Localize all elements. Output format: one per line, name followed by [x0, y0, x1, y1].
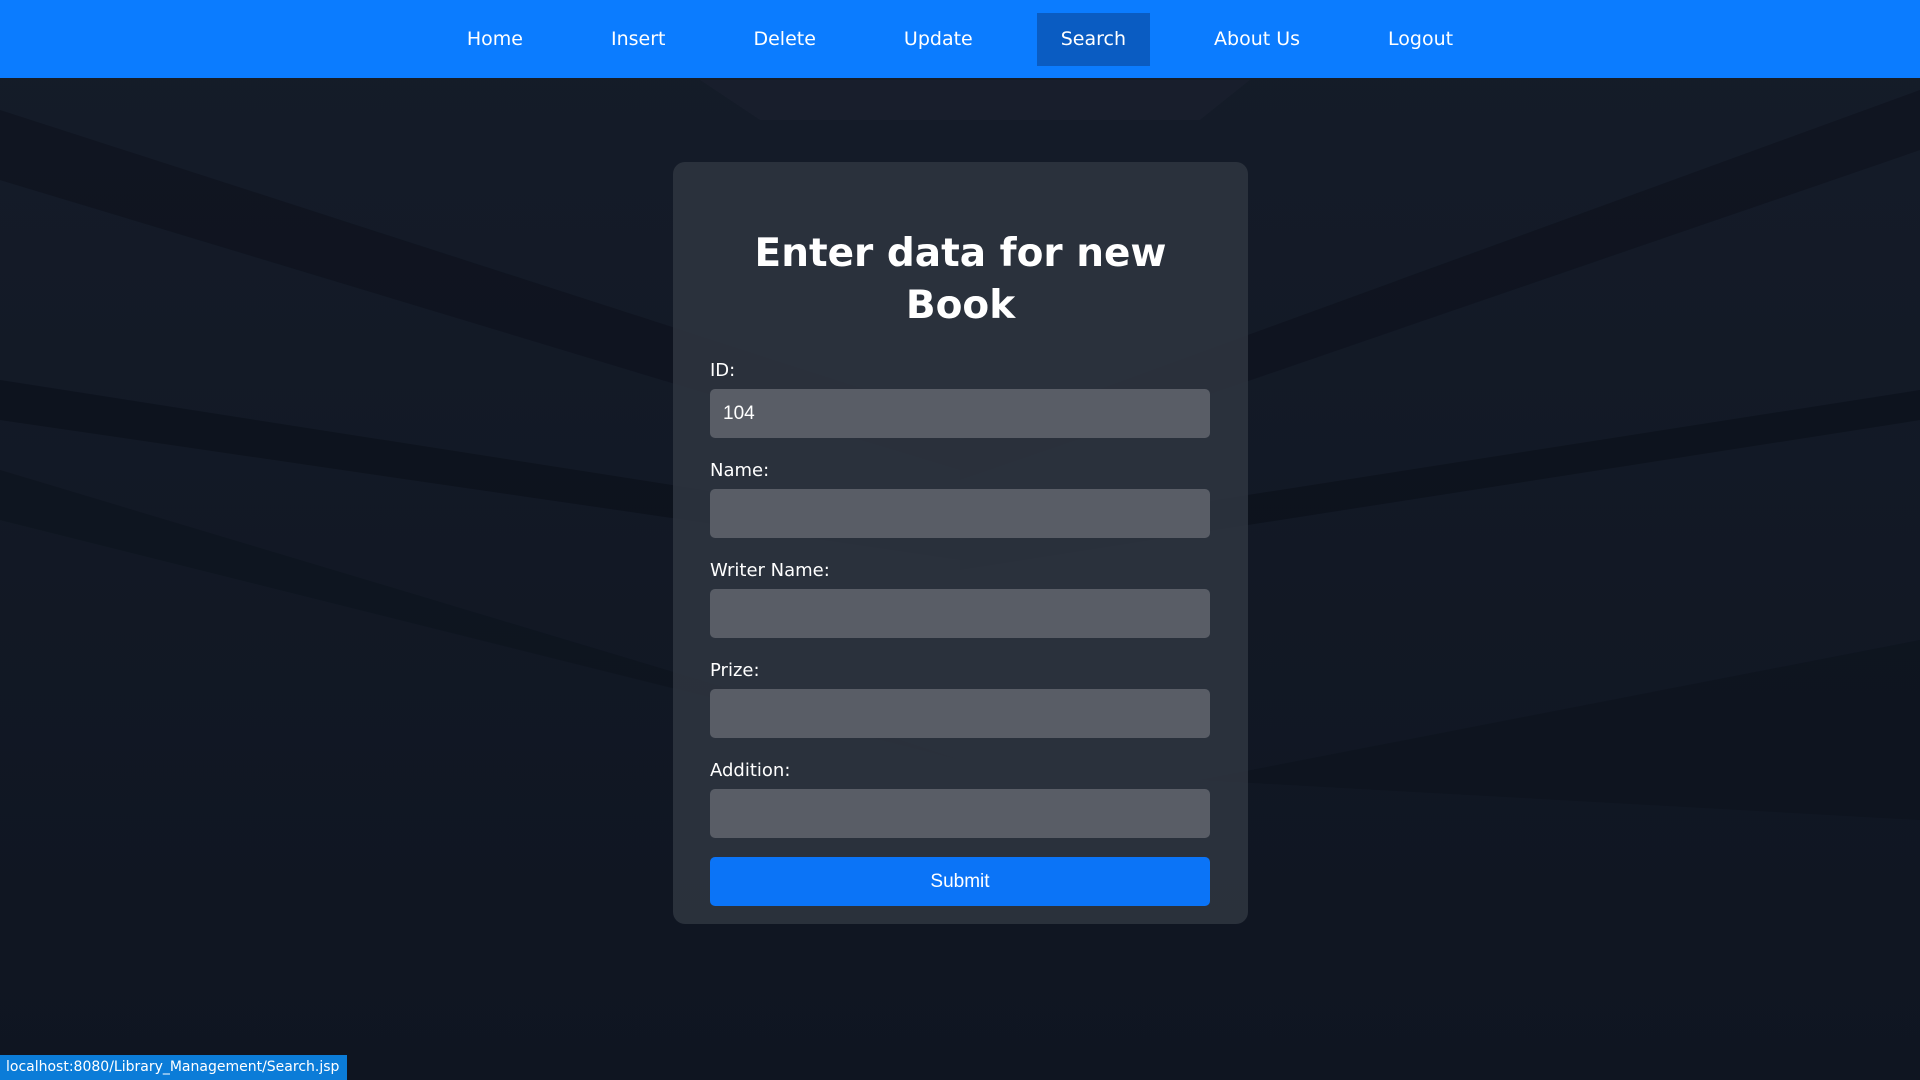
status-bar-url: localhost:8080/Library_Management/Search… [0, 1055, 348, 1080]
book-form-card: Enter data for new Book ID: Name: Writer… [673, 162, 1248, 924]
id-input[interactable] [710, 389, 1210, 438]
nav-update[interactable]: Update [880, 13, 997, 66]
prize-label: Prize: [710, 660, 760, 681]
nav-logout[interactable]: Logout [1364, 13, 1477, 66]
writer-name-field-group: Writer Name: [710, 560, 1211, 638]
prize-input[interactable] [710, 689, 1210, 738]
submit-button[interactable]: Submit [710, 857, 1210, 906]
prize-field-group: Prize: [710, 660, 1211, 738]
name-field-group: Name: [710, 460, 1211, 538]
id-label: ID: [710, 360, 736, 381]
writer-name-label: Writer Name: [710, 560, 830, 581]
nav-search[interactable]: Search [1036, 12, 1151, 66]
name-input[interactable] [710, 489, 1210, 538]
nav-delete[interactable]: Delete [729, 13, 839, 66]
nav-home[interactable]: Home [443, 13, 547, 66]
name-label: Name: [710, 460, 770, 481]
nav-insert[interactable]: Insert [587, 13, 690, 66]
id-field-group: ID: [710, 360, 1211, 438]
top-navbar: Home Insert Delete Update Search About U… [0, 0, 1920, 78]
addition-label: Addition: [710, 760, 791, 781]
addition-field-group: Addition: [710, 760, 1211, 838]
nav-about-us[interactable]: About Us [1190, 13, 1324, 66]
addition-input[interactable] [710, 789, 1210, 838]
writer-name-input[interactable] [710, 589, 1210, 638]
form-title: Enter data for new Book [754, 231, 1167, 328]
